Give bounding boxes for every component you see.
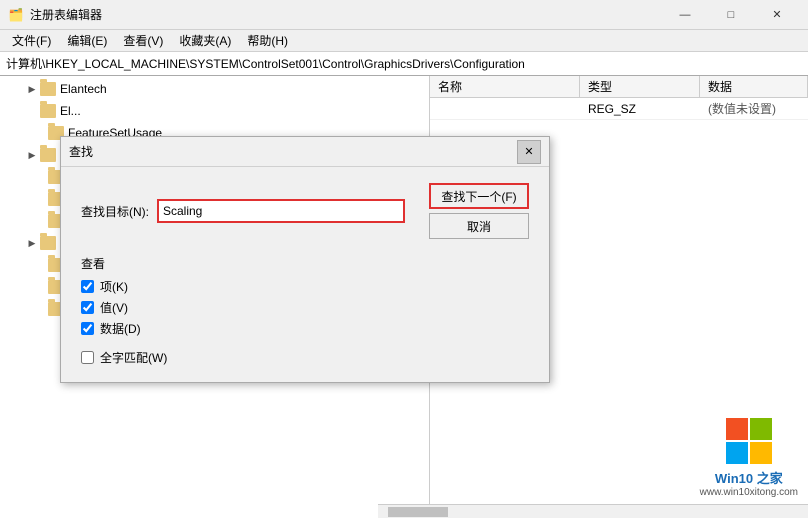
checkbox-row-data: 数据(D) [81, 320, 529, 337]
checkbox-value[interactable] [81, 301, 94, 314]
fullmatch-label: 全字匹配(W) [100, 349, 167, 366]
dialog-body: 查找目标(N): 查找下一个(F) 取消 查看 项(K) [61, 167, 549, 382]
find-target-input[interactable] [157, 199, 405, 223]
checkbox-key[interactable] [81, 280, 94, 293]
maximize-button[interactable]: □ [708, 0, 754, 30]
menu-edit[interactable]: 编辑(E) [59, 30, 115, 51]
checkbox-data-label: 数据(D) [100, 320, 141, 337]
main-area: ▶ Elantech ▶ El... ▶ FeatureSetUsage ▶ I… [0, 76, 808, 518]
look-at-section: 查看 项(K) 值(V) 数据(D) [81, 255, 529, 337]
find-target-row: 查找目标(N): 查找下一个(F) 取消 [81, 183, 529, 239]
close-button[interactable]: ✕ [754, 0, 800, 30]
menu-file[interactable]: 文件(F) [4, 30, 59, 51]
address-path: 计算机\HKEY_LOCAL_MACHINE\SYSTEM\ControlSet… [6, 55, 525, 72]
menu-help[interactable]: 帮助(H) [239, 30, 296, 51]
find-target-label: 查找目标(N): [81, 203, 149, 220]
checkbox-fullmatch[interactable] [81, 351, 94, 364]
checkbox-row-key: 项(K) [81, 278, 529, 295]
fullmatch-row: 全字匹配(W) [81, 349, 529, 366]
minimize-button[interactable]: — [662, 0, 708, 30]
checkbox-value-label: 值(V) [100, 299, 128, 316]
dialog-title-text: 查找 [69, 143, 517, 160]
menu-bar: 文件(F) 编辑(E) 查看(V) 收藏夹(A) 帮助(H) [0, 30, 808, 52]
checkbox-row-value: 值(V) [81, 299, 529, 316]
menu-view[interactable]: 查看(V) [115, 30, 171, 51]
menu-favorites[interactable]: 收藏夹(A) [171, 30, 239, 51]
address-bar: 计算机\HKEY_LOCAL_MACHINE\SYSTEM\ControlSet… [0, 52, 808, 76]
look-at-title: 查看 [81, 255, 529, 272]
app-icon: 🗂️ [8, 7, 24, 23]
dialog-title-bar: 查找 ✕ [61, 137, 549, 167]
app-title: 注册表编辑器 [30, 6, 662, 23]
title-bar: 🗂️ 注册表编辑器 — □ ✕ [0, 0, 808, 30]
window-controls: — □ ✕ [662, 0, 800, 30]
find-next-button[interactable]: 查找下一个(F) [429, 183, 529, 209]
find-dialog: 查找 ✕ 查找目标(N): 查找下一个(F) 取消 查看 [60, 136, 550, 383]
cancel-button[interactable]: 取消 [429, 213, 529, 239]
dialog-overlay: 查找 ✕ 查找目标(N): 查找下一个(F) 取消 查看 [0, 76, 808, 518]
checkbox-data[interactable] [81, 322, 94, 335]
dialog-close-button[interactable]: ✕ [517, 140, 541, 164]
checkbox-key-label: 项(K) [100, 278, 128, 295]
